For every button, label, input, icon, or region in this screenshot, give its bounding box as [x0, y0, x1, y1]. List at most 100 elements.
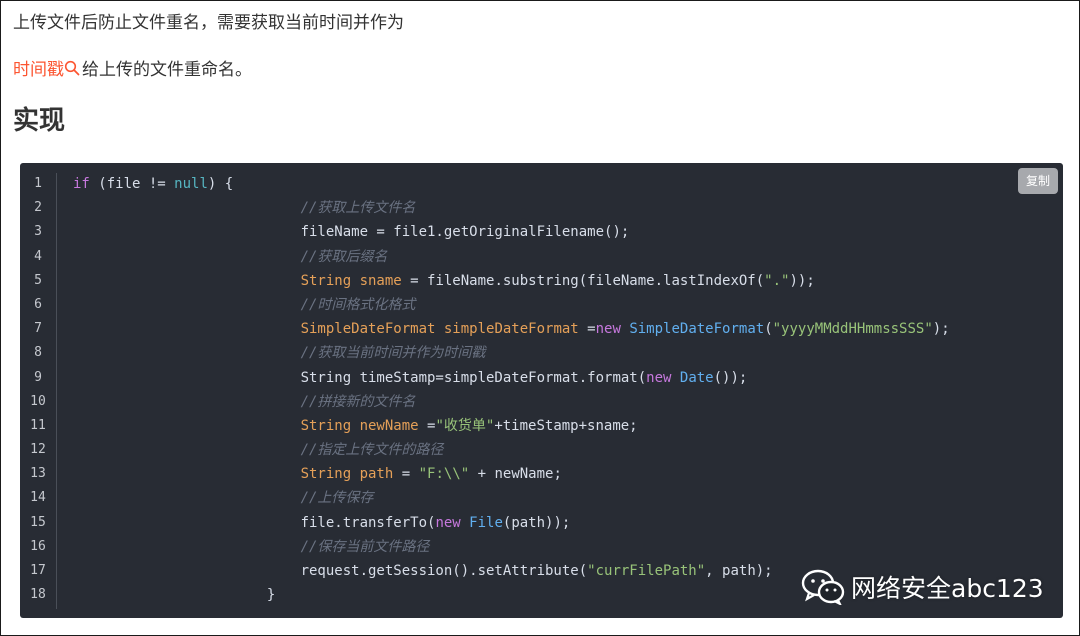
line-number: 7: [34, 321, 42, 337]
code-token: Date: [679, 369, 714, 386]
line-number: 5: [34, 272, 42, 288]
code-token: "F:\\": [418, 466, 470, 483]
code-line: //获取当前时间并作为时间戳: [73, 341, 950, 365]
line-number: 11: [30, 417, 46, 433]
code-line: String newName ="收货单"+timeStamp+sname;: [73, 414, 950, 438]
line-number: 4: [34, 248, 42, 264]
code-token: SimpleDateFormat simpleDateFormat: [300, 321, 579, 338]
code-token: //获取当前时间并作为时间戳: [300, 345, 486, 362]
code-line: String sname = fileName.substring(fileNa…: [73, 269, 950, 293]
code-token: =: [418, 417, 436, 434]
line-number: 6: [34, 296, 42, 312]
code-token: String path: [300, 466, 394, 483]
code-content: if (file != null) { //获取上传文件名 fileName =…: [73, 172, 950, 607]
code-line: //获取上传文件名: [73, 196, 950, 220]
code-line: //上传保存: [73, 486, 950, 510]
section-heading: 实现: [13, 106, 66, 136]
code-token: String sname: [300, 272, 402, 289]
code-token: ) {: [207, 176, 234, 192]
line-number: 8: [34, 345, 42, 361]
code-token: (path));: [502, 514, 571, 531]
code-token: file.transferTo(: [73, 514, 436, 531]
code-line: fileName = file1.getOriginalFilename();: [73, 220, 950, 244]
line-number: 17: [30, 563, 46, 578]
code-token: = fileName.substring(fileName.lastIndexO…: [401, 272, 765, 289]
gutter-divider: [56, 173, 57, 609]
line-number: 14: [30, 490, 46, 506]
code-token: "收货单": [435, 417, 495, 434]
code-token: (file !=: [89, 176, 175, 192]
code-token: , path);: [705, 563, 773, 579]
code-line: //时间格式化格式: [73, 293, 950, 317]
code-token: );: [932, 321, 950, 338]
code-token: //拼接新的文件名: [300, 393, 416, 410]
code-line: SimpleDateFormat simpleDateFormat =new S…: [73, 317, 950, 341]
code-token: String timeStamp=simpleDateFormat.format…: [73, 369, 647, 386]
line-number: 10: [30, 393, 46, 409]
code-token: //指定上传文件的路径: [300, 442, 444, 459]
watermark-text: 网络安全abc123: [851, 574, 1044, 603]
line-number: 15: [30, 514, 46, 530]
code-token: =: [393, 466, 419, 483]
code-block: 1 2 3 4 5 6 7 8 9 10 11 12 13 14 15 16 17 18 if (file != …: [20, 163, 1063, 618]
line-number: 9: [34, 369, 42, 385]
code-token: //获取上传文件名: [300, 200, 416, 217]
code-token: +timeStamp+sname;: [494, 417, 638, 434]
line-number-gutter: 1 2 3 4 5 6 7 8 9 10 11 12 13 14 15 16 17 18: [20, 172, 56, 607]
copy-button[interactable]: 复制: [1017, 168, 1058, 194]
code-token: "yyyyMMddHHmmssSSS": [772, 321, 933, 338]
code-line: //指定上传文件的路径: [73, 438, 950, 462]
timestamp-link-text[interactable]: 时间戳: [13, 60, 64, 80]
article-paragraph-1: 上传文件后防止文件重名，需要获取当前时间并作为: [13, 11, 404, 35]
line-number: 16: [30, 538, 46, 554]
code-token: null: [174, 176, 208, 192]
line-number: 12: [30, 442, 46, 458]
code-token: //获取后缀名: [300, 248, 388, 265]
search-icon[interactable]: [64, 60, 80, 76]
code-token: + newName;: [469, 466, 562, 483]
code-token: //时间格式化格式: [300, 296, 416, 313]
line-number: 3: [34, 224, 42, 240]
article-paragraph-2: 时间戳 给上传的文件重命名。: [13, 58, 252, 82]
wechat-icon: [801, 569, 845, 605]
code-token: //保存当前文件路径: [300, 538, 430, 555]
code-line: file.transferTo(new File(path));: [73, 511, 950, 535]
code-token: ());: [713, 369, 748, 386]
line-number: 13: [30, 466, 46, 482]
timestamp-search-link[interactable]: 时间戳: [13, 60, 82, 80]
code-token: request.getSession().setAttribute(: [73, 563, 588, 579]
code-line: //获取后缀名: [73, 245, 950, 269]
code-line: //拼接新的文件名: [73, 390, 950, 414]
code-token: if: [73, 176, 90, 192]
code-token: ));: [789, 272, 815, 289]
code-token: "currFilePath": [587, 563, 706, 579]
line-number: 18: [30, 587, 46, 603]
code-line: //保存当前文件路径: [73, 535, 950, 559]
code-token: fileName = file1.getOriginalFilename();: [73, 224, 630, 241]
paragraph-2-text: 给上传的文件重命名。: [82, 60, 252, 80]
line-number: 2: [34, 200, 42, 216]
code-token: SimpleDateFormat: [629, 321, 765, 338]
code-token: ".": [764, 272, 790, 289]
code-token: String newName: [300, 417, 419, 434]
code-token: (: [764, 321, 773, 338]
code-token: =: [578, 321, 596, 338]
code-token: }: [73, 587, 276, 604]
code-line: String timeStamp=simpleDateFormat.format…: [73, 366, 950, 390]
code-token: new: [435, 514, 461, 531]
code-token: //上传保存: [300, 490, 374, 507]
code-token: new: [646, 369, 672, 386]
watermark: 网络安全abc123: [801, 569, 1044, 605]
